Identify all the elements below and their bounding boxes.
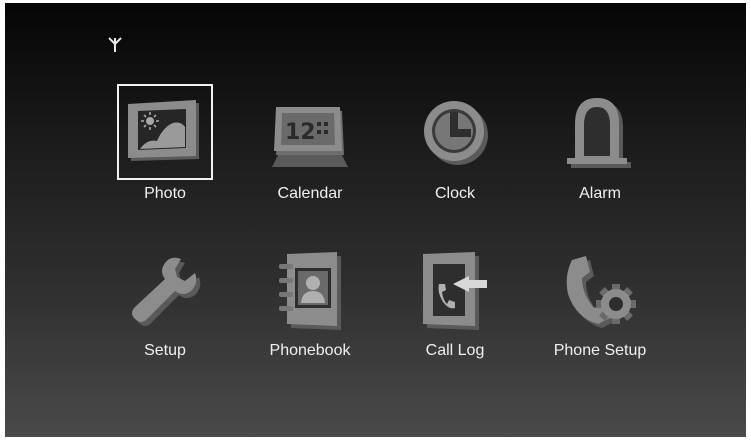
- menu-item-setup[interactable]: Setup: [105, 243, 225, 393]
- bell-icon: [567, 98, 631, 168]
- svg-text:12: 12: [285, 120, 316, 145]
- clock-icon: [424, 101, 488, 165]
- address-book-icon: [279, 252, 341, 330]
- menu-label-clock: Clock: [434, 185, 475, 202]
- menu-item-calendar[interactable]: 12 Calendar: [250, 84, 370, 234]
- calendar-icon: 12: [272, 107, 348, 167]
- selection-highlight: [117, 84, 213, 180]
- menu-label-phone-setup: Phone Setup: [553, 342, 647, 359]
- menu-label-setup: Setup: [144, 342, 186, 359]
- call-log-icon: [423, 252, 487, 330]
- menu-item-call-log[interactable]: Call Log: [395, 243, 515, 393]
- wrench-icon: [132, 257, 201, 326]
- home-screen: Photo 12 Calendar Clock Alarm Setup Phon…: [5, 3, 746, 437]
- menu-item-phone-setup[interactable]: Phone Setup: [540, 243, 660, 393]
- menu-item-phonebook[interactable]: Phonebook: [250, 243, 370, 393]
- menu-item-clock[interactable]: Clock: [395, 84, 515, 234]
- menu-label-call-log: Call Log: [425, 342, 485, 359]
- photo-frame-icon: [128, 100, 199, 161]
- menu-item-photo[interactable]: Photo: [105, 84, 225, 234]
- app-menu-grid: Photo 12 Calendar Clock Alarm Setup Phon…: [5, 3, 746, 437]
- menu-label-phonebook: Phonebook: [269, 342, 351, 359]
- menu-label-photo: Photo: [144, 185, 186, 202]
- menu-item-alarm[interactable]: Alarm: [540, 84, 660, 234]
- menu-label-alarm: Alarm: [579, 185, 621, 202]
- phone-gear-icon: [566, 256, 636, 328]
- menu-label-calendar: Calendar: [277, 185, 343, 202]
